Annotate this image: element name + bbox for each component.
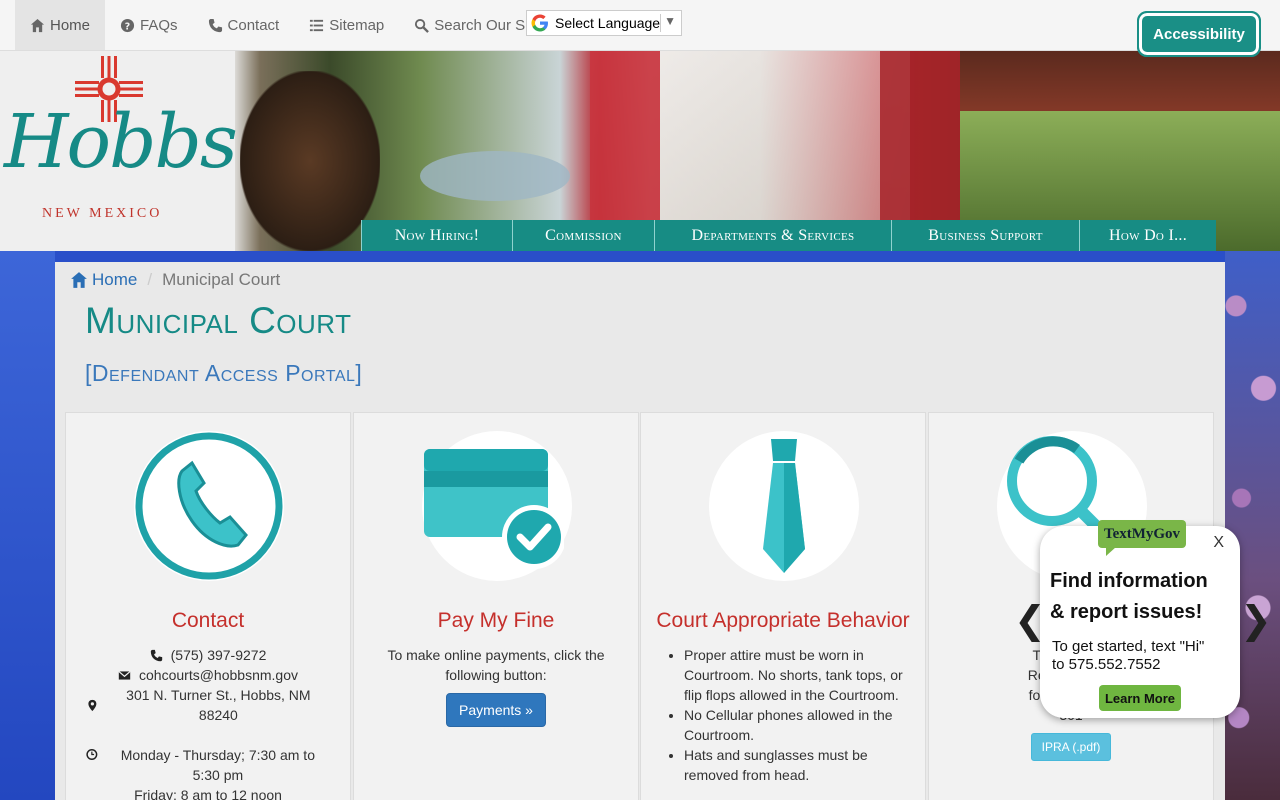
- contact-email[interactable]: cohcourts@hobbsnm.gov: [139, 665, 298, 685]
- google-icon: [531, 14, 548, 32]
- behavior-icon-circle: [709, 431, 859, 581]
- utility-home-label: Home: [50, 16, 91, 34]
- contact-phone-row: (575) 397-9272: [86, 645, 330, 665]
- logo-wordmark: Hobbs: [4, 99, 238, 185]
- nav-departments-services[interactable]: Departments & Services: [654, 220, 891, 251]
- language-select-divider: [660, 14, 661, 32]
- textmygov-badge: TextMyGov: [1098, 520, 1186, 556]
- utility-search-label: Search Our Site: [434, 16, 541, 34]
- pay-fine-icon-circle: [422, 431, 572, 581]
- pay-fine-card-text: To make online payments, click the follo…: [387, 647, 605, 683]
- behavior-rules-list: Proper attire must be worn in Courtroom.…: [659, 645, 907, 785]
- pay-fine-card-title: Pay My Fine: [437, 609, 555, 632]
- contact-phone[interactable]: (575) 397-9272: [171, 645, 267, 665]
- pay-fine-button-wrap: Payments »: [354, 693, 638, 727]
- utility-home-link[interactable]: Home: [15, 0, 106, 50]
- behavior-card-title: Court Appropriate Behavior: [656, 609, 910, 632]
- page-title: Municipal Court: [85, 300, 352, 341]
- language-select[interactable]: Select Language ▼: [526, 10, 682, 36]
- language-select-label: Select Language: [555, 15, 661, 31]
- textmygov-subtext-line: To get started, text "Hi": [1052, 638, 1205, 655]
- utility-contact-link[interactable]: Contact: [193, 0, 295, 50]
- nav-how-do-i[interactable]: How Do I...: [1079, 220, 1216, 251]
- contact-icon-circle: [134, 431, 284, 581]
- map-marker-icon: [88, 699, 97, 711]
- phone-circle-icon: [135, 432, 283, 580]
- phone-icon: [208, 18, 222, 32]
- breadcrumb-home-link[interactable]: Home: [70, 270, 137, 290]
- credit-card-check-icon: [424, 449, 564, 569]
- list-icon: [310, 19, 324, 31]
- contact-card-body: (575) 397-9272 cohcourts@hobbsnm.gov 301…: [86, 645, 330, 800]
- phone-icon: [150, 649, 162, 661]
- nav-commission[interactable]: Commission: [512, 220, 654, 251]
- textmygov-headline: Find information & report issues!: [1050, 566, 1208, 628]
- contact-address: 301 N. Turner St., Hobbs, NM 88240: [126, 687, 311, 723]
- behavior-card-body: Proper attire must be worn in Courtroom.…: [659, 645, 907, 785]
- textmygov-headline-line: & report issues!: [1050, 601, 1203, 623]
- utility-faqs-link[interactable]: ? FAQs: [105, 0, 193, 50]
- pay-fine-card: Pay My Fine To make online payments, cli…: [353, 412, 639, 800]
- breadcrumb-separator: /: [147, 270, 153, 289]
- contact-card: Contact (575) 397-9272 cohcourts@hobbsnm…: [65, 412, 351, 800]
- ipra-button-wrap: IPRA (.pdf): [929, 733, 1213, 761]
- contact-address-row: 301 N. Turner St., Hobbs, NM 88240: [86, 685, 330, 725]
- top-utility-bar: Home ? FAQs Contact Sitemap Search Our S…: [0, 0, 1280, 57]
- nav-now-hiring[interactable]: Now Hiring!: [361, 220, 512, 251]
- textmygov-popup: TextMyGov X Find information & report is…: [1040, 520, 1240, 718]
- banner-photo-horse: [240, 71, 380, 251]
- textmygov-close-button[interactable]: X: [1213, 534, 1224, 552]
- utility-nav: Home ? FAQs Contact Sitemap Search Our S…: [15, 0, 556, 50]
- background-photo-right: [1225, 251, 1280, 800]
- utility-sitemap-label: Sitemap: [329, 16, 385, 34]
- header-banner: Hobbs NEW MEXICO Now Hiring! Commission …: [0, 51, 1280, 251]
- behavior-card: Court Appropriate Behavior Proper attire…: [640, 412, 926, 800]
- contact-card-title: Contact: [171, 609, 245, 632]
- contact-hours-friday: Friday; 8 am to 12 noon: [134, 787, 282, 800]
- breadcrumb-home-label: Home: [92, 270, 138, 289]
- site-logo[interactable]: Hobbs NEW MEXICO: [0, 51, 238, 251]
- payments-button[interactable]: Payments »: [446, 693, 546, 727]
- envelope-icon: [118, 670, 131, 680]
- home-icon: [30, 18, 45, 32]
- logo-state: NEW MEXICO: [42, 206, 163, 221]
- background-photo-left: [0, 251, 55, 800]
- home-icon: [71, 272, 87, 288]
- chevron-left-icon[interactable]: ❮: [1014, 598, 1046, 642]
- banner-photo-pond: [420, 151, 570, 201]
- question-circle-icon: ?: [120, 18, 135, 32]
- behavior-rule: No Cellular phones allowed in the Courtr…: [684, 705, 907, 745]
- clock-icon: [86, 749, 98, 760]
- necktie-icon: [763, 439, 805, 573]
- utility-sitemap-link[interactable]: Sitemap: [294, 0, 399, 50]
- contact-hours-weekday: Monday - Thursday; 7:30 am to 5:30 pm: [120, 747, 315, 783]
- chevron-right-icon[interactable]: ❯: [1240, 598, 1272, 642]
- defendant-access-portal-link[interactable]: [Defendant Access Portal]: [85, 360, 362, 387]
- nav-business-support[interactable]: Business Support: [891, 220, 1079, 251]
- textmygov-subtext: To get started, text "Hi" to 575.552.755…: [1052, 638, 1204, 674]
- search-icon: [415, 18, 430, 33]
- utility-contact-label: Contact: [227, 16, 280, 34]
- main-nav: Now Hiring! Commission Departments & Ser…: [361, 220, 1216, 251]
- accessibility-button[interactable]: Accessibility: [1137, 11, 1261, 57]
- textmygov-learn-more-button[interactable]: Learn More: [1099, 685, 1181, 711]
- textmygov-subtext-line: to 575.552.7552: [1052, 656, 1161, 673]
- contact-email-row: cohcourts@hobbsnm.gov: [86, 665, 330, 685]
- breadcrumb-current: Municipal Court: [162, 270, 281, 289]
- breadcrumb: Home / Municipal Court: [70, 270, 280, 290]
- behavior-rule: Hats and sunglasses must be removed from…: [684, 745, 907, 785]
- svg-text:?: ?: [125, 21, 130, 32]
- behavior-rule: Proper attire must be worn in Courtroom.…: [684, 645, 907, 705]
- utility-faqs-label: FAQs: [140, 16, 178, 34]
- contact-hours-row: Monday - Thursday; 7:30 am to 5:30 pm: [86, 745, 330, 785]
- ipra-pdf-button[interactable]: IPRA (.pdf): [1030, 733, 1112, 761]
- textmygov-headline-line: Find information: [1050, 570, 1208, 592]
- caret-down-icon: ▼: [664, 14, 676, 28]
